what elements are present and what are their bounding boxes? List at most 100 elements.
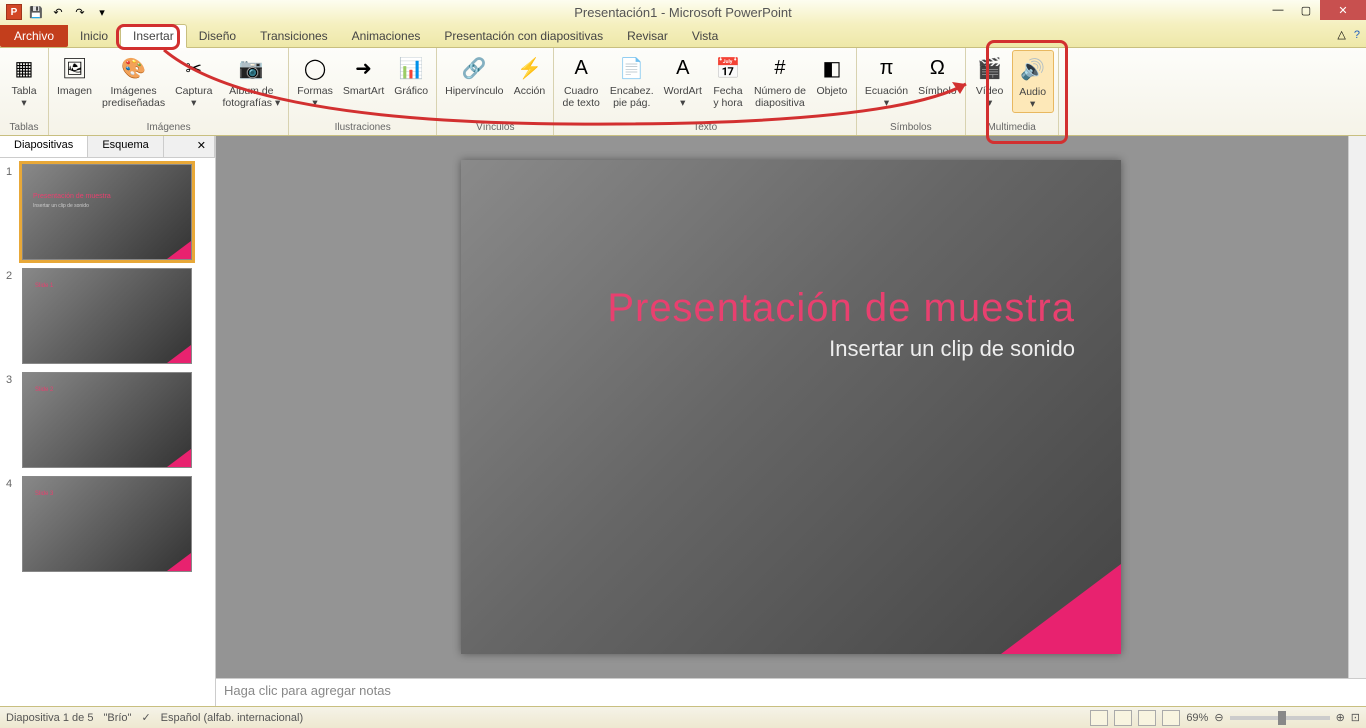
redo-icon[interactable]: ↷ [70, 2, 90, 22]
tab-outline[interactable]: Esquema [88, 136, 163, 157]
imgenes-icon: 🎨 [118, 52, 150, 84]
minimize-ribbon-icon[interactable]: △ [1337, 28, 1345, 41]
ribbon-button-label: Objeto [816, 86, 847, 98]
ribbon-grfico-button[interactable]: 📊Gráfico [390, 50, 432, 100]
thumbnail-number: 4 [6, 476, 18, 572]
close-button[interactable]: ✕ [1320, 0, 1366, 20]
normal-view-button[interactable] [1090, 710, 1108, 726]
ribbon-button-label: Símbolo [918, 86, 957, 98]
ribbon-group-vínculos: 🔗 Hipervínculo ⚡Acción Vínculos [437, 48, 554, 135]
ribbon-button-label: Gráfico [394, 86, 428, 98]
ribbon-imagen-button[interactable]: 🖼Imagen [53, 50, 96, 100]
tab-revisar[interactable]: Revisar [615, 25, 680, 47]
accin-icon: ⚡ [513, 52, 545, 84]
ribbon-button-label: Audio ▾ [1019, 87, 1046, 110]
objeto-icon: ◧ [816, 52, 848, 84]
tab-animaciones[interactable]: Animaciones [340, 25, 433, 47]
tab-diseño[interactable]: Diseño [187, 25, 248, 47]
smbolo-icon: Ω [921, 52, 953, 84]
slide-counter: Diapositiva 1 de 5 [6, 712, 93, 724]
ribbon-group-label: Imágenes [53, 120, 284, 135]
sorter-view-button[interactable] [1114, 710, 1132, 726]
smartart-icon: ➜ [348, 52, 380, 84]
help-icon[interactable]: ? [1354, 29, 1360, 41]
ribbon-tabla-button[interactable]: ▦Tabla ▾ [4, 50, 44, 111]
slide-panel-tabs: Diapositivas Esquema ✕ [0, 136, 215, 158]
zoom-out-button[interactable]: ⊖ [1214, 711, 1223, 724]
ribbon-wordart-button[interactable]: AWordArt ▾ [660, 50, 706, 111]
vertical-scrollbar[interactable] [1348, 136, 1366, 678]
workspace: Diapositivas Esquema ✕ 1Presentación de … [0, 136, 1366, 706]
ribbon-group-label: Vínculos [441, 120, 549, 135]
ribbon-cuadro-button[interactable]: ACuadro de texto [558, 50, 603, 111]
ribbon-group-símbolos: πEcuación ▾ΩSímboloSímbolos [857, 48, 966, 135]
app-icon[interactable]: P [4, 2, 24, 22]
ribbon-audio-button[interactable]: 🔊Audio ▾ [1012, 50, 1054, 113]
tab-insertar[interactable]: Insertar [120, 24, 187, 48]
notes-pane[interactable]: Haga clic para agregar notas [216, 678, 1366, 706]
ribbon-button-label: Formas ▾ [297, 86, 333, 109]
thumbnail-row: 2Slide 1 [6, 268, 209, 364]
slide-thumbnail[interactable]: Slide 1 [22, 268, 192, 364]
reading-view-button[interactable] [1138, 710, 1156, 726]
ribbon-accin-button[interactable]: ⚡Acción [509, 50, 549, 100]
maximize-button[interactable]: ▢ [1292, 0, 1320, 20]
ribbon-formas-button[interactable]: ◯Formas ▾ [293, 50, 337, 111]
tab-file[interactable]: Archivo [0, 25, 68, 47]
ribbon-button-label: Número de diapositiva [754, 86, 806, 109]
ribbon-group-texto: ACuadro de texto📄Encabez. pie pág.AWordA… [554, 48, 856, 135]
hipervnculo-icon: 🔗 [458, 52, 490, 84]
ribbon-encabez-button[interactable]: 📄Encabez. pie pág. [606, 50, 658, 111]
slide-thumbnail[interactable]: Slide 2 [22, 372, 192, 468]
slideshow-view-button[interactable] [1162, 710, 1180, 726]
ribbon-help: △ ? [1337, 28, 1360, 41]
language-status[interactable]: Español (alfab. internacional) [161, 712, 303, 724]
ribbon-objeto-button[interactable]: ◧ Objeto [812, 50, 852, 100]
save-icon[interactable]: 💾 [26, 2, 46, 22]
ribbon-button-label: Hipervínculo [445, 86, 503, 98]
ribbon-lbumde-button[interactable]: 📷Álbum de fotografías ▾ [218, 50, 284, 111]
close-panel-icon[interactable]: ✕ [189, 136, 215, 157]
ribbon-group-label: Multimedia [970, 120, 1054, 135]
ribbon-tabs: Archivo InicioInsertarDiseñoTransiciones… [0, 24, 1366, 48]
zoom-in-button[interactable]: ⊕ [1336, 711, 1345, 724]
tab-presentación con diapositivas[interactable]: Presentación con diapositivas [432, 25, 615, 47]
slide-thumbnail[interactable]: Presentación de muestraInsertar un clip … [22, 164, 192, 260]
ribbon-smbolo-button[interactable]: Ω Símbolo [914, 50, 961, 100]
ribbon-smartart-button[interactable]: ➜SmartArt [339, 50, 388, 100]
thumbnail-row: 4Slide 3 [6, 476, 209, 572]
qat-dropdown-icon[interactable]: ▾ [92, 2, 112, 22]
ribbon-fecha-button[interactable]: 📅Fecha y hora [708, 50, 748, 111]
fit-slide-button[interactable]: ⊡ [1351, 711, 1360, 724]
window-controls: — ▢ ✕ [1264, 0, 1366, 20]
tab-vista[interactable]: Vista [680, 25, 730, 47]
tab-inicio[interactable]: Inicio [68, 25, 120, 47]
ribbon-button-label: Cuadro de texto [562, 86, 599, 109]
nmerode-icon: # [764, 52, 796, 84]
status-bar: Diapositiva 1 de 5 "Brío" ✓ Español (alf… [0, 706, 1366, 728]
slide-decoration [1001, 564, 1121, 654]
ribbon-nmerode-button[interactable]: #Número de diapositiva [750, 50, 810, 111]
ribbon-group-label: Ilustraciones [293, 120, 432, 135]
captura-icon: ✂ [178, 52, 210, 84]
ribbon-ecuacin-button[interactable]: πEcuación ▾ [861, 50, 912, 111]
slide-thumbnail[interactable]: Slide 3 [22, 476, 192, 572]
thumbnail-row: 1Presentación de muestraInsertar un clip… [6, 164, 209, 260]
ribbon-group-imágenes: 🖼Imagen🎨Imágenes prediseñadas✂Captura ▾📷… [49, 48, 289, 135]
ribbon-hipervnculo-button[interactable]: 🔗 Hipervínculo [441, 50, 507, 100]
ribbon: ▦Tabla ▾Tablas🖼Imagen🎨Imágenes prediseña… [0, 48, 1366, 136]
zoom-value[interactable]: 69% [1186, 712, 1208, 724]
spellcheck-icon[interactable]: ✓ [141, 711, 150, 724]
minimize-button[interactable]: — [1264, 0, 1292, 20]
ribbon-button-label: Ecuación ▾ [865, 86, 908, 109]
ribbon-captura-button[interactable]: ✂Captura ▾ [171, 50, 216, 111]
ecuacin-icon: π [871, 52, 903, 84]
zoom-slider[interactable] [1230, 716, 1330, 720]
slide-canvas[interactable]: Presentación de muestra Insertar un clip… [461, 160, 1121, 654]
tab-slides[interactable]: Diapositivas [0, 136, 88, 157]
ribbon-button-label: Encabez. pie pág. [610, 86, 654, 109]
undo-icon[interactable]: ↶ [48, 2, 68, 22]
ribbon-imgenes-button[interactable]: 🎨Imágenes prediseñadas [98, 50, 169, 111]
ribbon-vdeo-button[interactable]: 🎬Vídeo ▾ [970, 50, 1010, 111]
tab-transiciones[interactable]: Transiciones [248, 25, 340, 47]
